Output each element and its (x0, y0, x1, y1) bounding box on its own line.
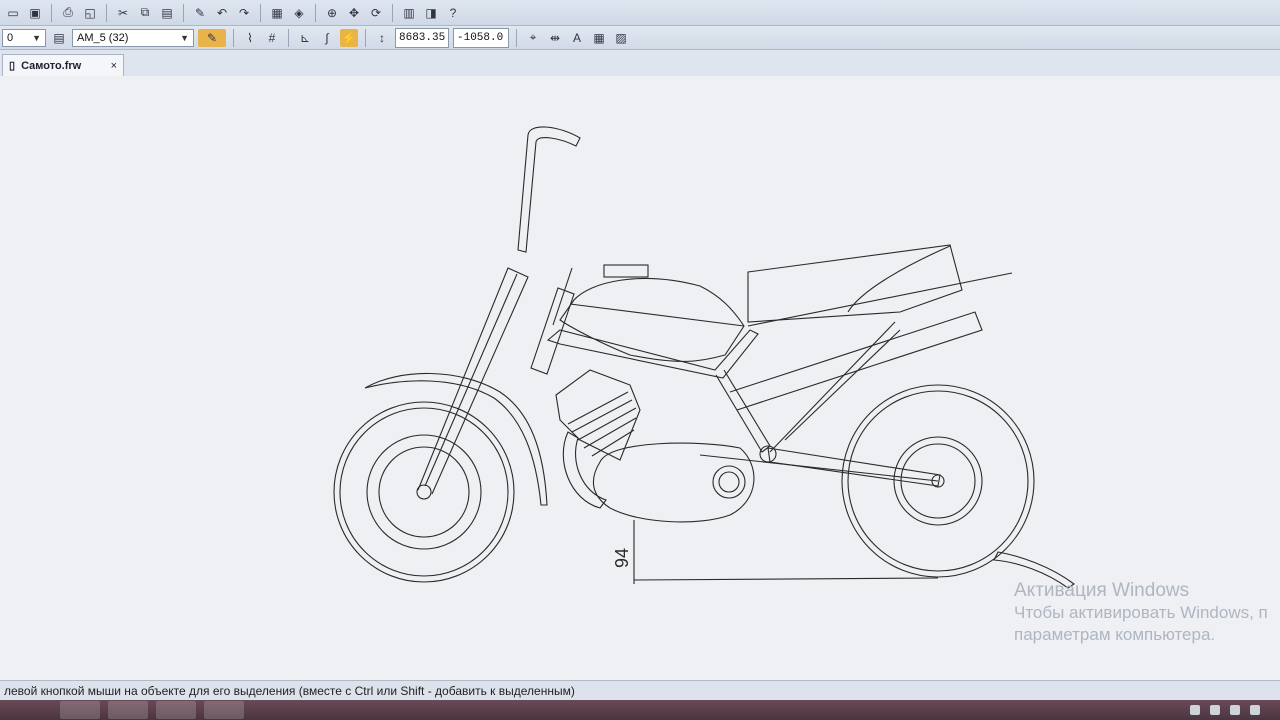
fork-inner-line (424, 273, 518, 487)
curve-icon[interactable]: ∫ (318, 29, 336, 47)
toolbar-separator (315, 3, 316, 22)
frame-top-tube (546, 329, 759, 379)
handlebar (517, 126, 581, 253)
y-coordinate-field[interactable]: -1058.0 (453, 27, 509, 48)
paste-icon[interactable]: ▤ (158, 4, 176, 22)
rotate-icon[interactable]: ⟳ (367, 4, 385, 22)
taskbar-app-kompas[interactable] (156, 701, 196, 719)
frame-rear-tube (729, 311, 983, 411)
document-icon: ▯ (9, 60, 16, 72)
tray-language-icon[interactable] (1250, 705, 1260, 715)
library-icon[interactable]: ▥ (400, 4, 418, 22)
watermark-title: Активация Windows (1014, 580, 1190, 601)
pan-icon[interactable]: ✥ (345, 4, 363, 22)
windows-taskbar (0, 700, 1280, 720)
taskbar-app-other[interactable] (204, 701, 244, 719)
hatch-icon[interactable]: ▨ (612, 29, 630, 47)
copy-icon[interactable]: ⧉ (136, 4, 154, 22)
ortho-icon[interactable]: ⊾ (296, 29, 314, 47)
style-combo-value: AM_5 (32) (77, 31, 129, 44)
table-icon[interactable]: ▦ (590, 29, 608, 47)
status-bar: левой кнопкой мыши на объекте для его вы… (0, 680, 1280, 700)
format-painter-icon[interactable]: ✎ (191, 4, 209, 22)
zoom-icon[interactable]: ⊕ (323, 4, 341, 22)
document-tabbar: ▯ Самото.frw × (0, 50, 1280, 77)
undo-icon[interactable]: ↶ (213, 4, 231, 22)
view-icon[interactable]: ▦ (268, 4, 286, 22)
toolbar-separator (51, 3, 52, 22)
toolbar-separator (288, 28, 289, 47)
help-icon[interactable]: ? (444, 4, 462, 22)
text-icon[interactable]: A (568, 29, 586, 47)
local-snap-icon[interactable]: ⚡ (340, 28, 358, 47)
sprocket (712, 465, 746, 499)
dimension-label: 94 (612, 548, 632, 568)
new-icon[interactable]: ▭ (4, 4, 22, 22)
frame-down-tube (715, 369, 771, 453)
tank-line (569, 303, 745, 327)
snap-icon[interactable]: ⌇ (241, 29, 259, 47)
style-combo[interactable]: AM_5 (32) ▼ (72, 28, 194, 47)
layer-combo[interactable]: 0 ▼ (2, 28, 46, 47)
toolbar-separator (106, 3, 107, 22)
watermark-line1: Чтобы активировать Windows, п (1014, 603, 1268, 622)
taskbar-app-browser[interactable] (108, 701, 148, 719)
properties-icon[interactable]: ◨ (422, 4, 440, 22)
print-icon[interactable]: ⎙ (59, 4, 77, 22)
seat-line (847, 245, 951, 313)
layers-icon[interactable]: ◈ (290, 4, 308, 22)
toolbar-separator (233, 28, 234, 47)
dimension-icon[interactable]: ⇹ (546, 29, 564, 47)
toolbar-separator (516, 28, 517, 47)
grid-icon[interactable]: # (263, 29, 281, 47)
seat (747, 244, 963, 323)
front-wheel (333, 401, 515, 583)
system-tray (1190, 705, 1280, 715)
engine-case (592, 442, 755, 523)
layer-icon[interactable]: ▤ (50, 29, 68, 47)
taskbar-app-explorer[interactable] (60, 701, 100, 719)
coord-icon: ↕ (379, 30, 385, 45)
exhaust (562, 431, 607, 509)
toolbar-separator (183, 3, 184, 22)
layer-combo-value: 0 (7, 31, 14, 44)
preview-icon[interactable]: ◱ (81, 4, 99, 22)
save-icon[interactable]: ▣ (26, 4, 44, 22)
cut-icon[interactable]: ✂ (114, 4, 132, 22)
engine-cylinder (555, 369, 641, 461)
status-text: левой кнопкой мыши на объекте для его вы… (4, 683, 575, 698)
headlight (530, 287, 575, 375)
x-coordinate-field[interactable]: 8683.35 (395, 27, 449, 48)
chevron-down-icon: ▼ (180, 32, 189, 43)
format-toolbar: 0 ▼ ▤ AM_5 (32) ▼ ✎ ⌇ # ⊾ ∫ ⚡ ↕ 8683.35 … (0, 26, 1280, 50)
dimension-baseline (633, 577, 939, 581)
pen-style-icon[interactable]: ✎ (198, 28, 226, 47)
rear-shock (784, 329, 901, 441)
toolbar-separator (260, 3, 261, 22)
fuel-tank (559, 277, 745, 362)
close-icon[interactable]: × (111, 60, 117, 72)
main-toolbar: ▭ ▣ ⎙ ◱ ✂ ⧉ ▤ ✎ ↶ ↷ ▦ ◈ ⊕ ✥ ⟳ ▥ ◨ ? (0, 0, 1280, 26)
document-tab[interactable]: ▯ Самото.frw × (2, 54, 124, 76)
seat-rail (747, 272, 1013, 327)
swingarm (767, 447, 941, 487)
frame-brace (769, 321, 896, 453)
tray-volume-icon[interactable] (1210, 705, 1220, 715)
chevron-down-icon: ▼ (32, 32, 41, 43)
measure-icon[interactable]: ⌖ (524, 29, 542, 47)
tank-cap (603, 264, 649, 278)
watermark-line2: параметрам компьютера. (1014, 625, 1216, 644)
tray-flag-icon[interactable] (1230, 705, 1240, 715)
toolbar-separator (392, 3, 393, 22)
redo-icon[interactable]: ↷ (235, 4, 253, 22)
toolbar-separator (365, 28, 366, 47)
windows-activation-watermark: Активация Windows Чтобы активировать Win… (1014, 580, 1268, 646)
document-tab-label: Самото.frw (21, 59, 82, 72)
tray-network-icon[interactable] (1190, 705, 1200, 715)
